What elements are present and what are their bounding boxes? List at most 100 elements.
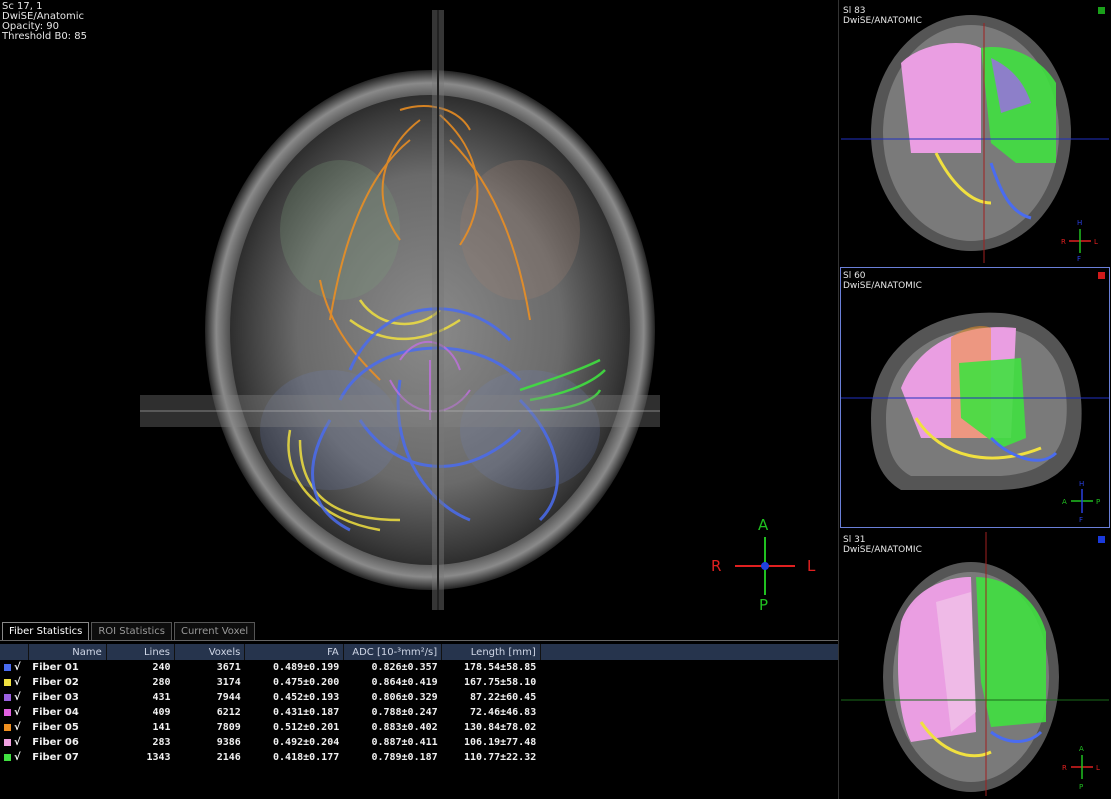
overlay-threshold: Threshold B0: 85: [2, 31, 87, 42]
svg-text:H: H: [1077, 219, 1082, 227]
coronal-view-label: Sl 83 DwiSE/ANATOMIC: [843, 6, 922, 26]
coronal-view[interactable]: H F R L Sl 83 DwiSE/ANATOMIC: [841, 3, 1109, 263]
table-row[interactable]: √ Fiber 06 283 9386 0.492±0.204 0.887±0.…: [0, 735, 838, 750]
fiber-fa: 0.489±0.199: [273, 662, 340, 673]
fiber-name: Fiber 01: [32, 662, 79, 673]
fiber-name: Fiber 03: [32, 692, 79, 703]
fiber-length: 178.54±58.85: [463, 662, 537, 673]
fiber-name: Fiber 04: [32, 707, 79, 718]
orientation-label-bottom: P: [759, 596, 768, 614]
fiber-color-swatch: [4, 723, 11, 731]
svg-text:R: R: [1062, 764, 1067, 772]
check-icon[interactable]: √: [14, 737, 21, 748]
fiber-name: Fiber 06: [32, 737, 79, 748]
coronal-image[interactable]: H F R L: [841, 3, 1109, 263]
fiber-adc: 0.883±0.402: [371, 722, 438, 733]
svg-text:L: L: [1096, 764, 1100, 772]
sagittal-slice-number: Sl 60: [843, 271, 866, 281]
fiber-length: 87.22±60.45: [470, 692, 537, 703]
table-header-row: Name Lines Voxels FA ADC [10-³mm²/s] Len…: [0, 644, 838, 660]
table-row[interactable]: √ Fiber 05 141 7809 0.512±0.201 0.883±0.…: [0, 720, 838, 735]
fiber-color-swatch: [4, 753, 11, 761]
svg-text:L: L: [1094, 238, 1098, 246]
fiber-adc: 0.788±0.247: [371, 707, 438, 718]
visibility-toggle[interactable]: √: [0, 690, 28, 705]
orientation-widget: A P R L: [711, 516, 816, 614]
visibility-toggle[interactable]: √: [0, 720, 28, 735]
header-filler: [540, 644, 838, 660]
axial-view[interactable]: A P R L Sl 31 DwiSE/ANATOMIC: [841, 532, 1109, 796]
fiber-length: 167.75±58.10: [463, 677, 537, 688]
visibility-toggle[interactable]: √: [0, 705, 28, 720]
check-icon[interactable]: √: [14, 707, 21, 718]
fiber-length: 110.77±22.32: [463, 752, 537, 763]
axial-sequence: DwiSE/ANATOMIC: [843, 545, 922, 555]
statistics-panel: Fiber Statistics ROI Statistics Current …: [0, 620, 838, 799]
fiber-voxels: 9386: [216, 737, 241, 748]
check-icon[interactable]: √: [14, 722, 21, 733]
tab-current-voxel[interactable]: Current Voxel: [173, 622, 256, 641]
fiber-statistics-table: Name Lines Voxels FA ADC [10-³mm²/s] Len…: [0, 644, 838, 765]
check-icon[interactable]: √: [14, 662, 21, 673]
fiber-lines: 283: [152, 737, 171, 748]
orientation-label-top: A: [758, 516, 769, 534]
fiber-color-swatch: [4, 678, 11, 686]
fiber-adc: 0.806±0.329: [371, 692, 438, 703]
coronal-orientation-widget: H F R L: [1061, 219, 1098, 263]
fiber-name: Fiber 07: [32, 752, 79, 763]
table-row[interactable]: √ Fiber 07 1343 2146 0.418±0.177 0.789±0…: [0, 750, 838, 765]
check-icon[interactable]: √: [14, 677, 21, 688]
header-fa[interactable]: FA: [244, 644, 344, 660]
fiber-lines: 431: [152, 692, 171, 703]
tab-roi-statistics[interactable]: ROI Statistics: [91, 622, 172, 641]
fiber-fa: 0.475±0.200: [273, 677, 340, 688]
svg-text:R: R: [1061, 238, 1066, 246]
table-row[interactable]: √ Fiber 03 431 7944 0.452±0.193 0.806±0.…: [0, 690, 838, 705]
sagittal-image[interactable]: H F A P: [841, 268, 1109, 527]
header-lines[interactable]: Lines: [106, 644, 176, 660]
sagittal-sequence: DwiSE/ANATOMIC: [843, 281, 922, 291]
svg-text:F: F: [1077, 255, 1081, 263]
visibility-toggle[interactable]: √: [0, 660, 28, 675]
fiber-voxels: 6212: [216, 707, 241, 718]
fiber-voxels: 7944: [216, 692, 241, 703]
header-name[interactable]: Name: [28, 644, 107, 660]
fiber-lines: 240: [152, 662, 171, 673]
header-length[interactable]: Length [mm]: [441, 644, 541, 660]
viewport-info-overlay: Sc 17, 1 DwiSE/Anatomic Opacity: 90 Thre…: [2, 2, 87, 42]
svg-text:H: H: [1079, 480, 1084, 488]
axial-tractography-render[interactable]: A P R L ◄: [0, 0, 838, 620]
visibility-toggle[interactable]: √: [0, 750, 28, 765]
header-voxels[interactable]: Voxels: [174, 644, 246, 660]
table-row[interactable]: √ Fiber 02 280 3174 0.475±0.200 0.864±0.…: [0, 675, 838, 690]
table-row[interactable]: √ Fiber 04 409 6212 0.431±0.187 0.788±0.…: [0, 705, 838, 720]
fiber-voxels: 7809: [216, 722, 241, 733]
tab-divider: [0, 640, 838, 641]
fiber-fa: 0.452±0.193: [273, 692, 340, 703]
check-icon[interactable]: √: [14, 752, 21, 763]
visibility-toggle[interactable]: √: [0, 675, 28, 690]
mpr-view-panel: H F R L Sl 83 DwiSE/ANATOMIC H F A P Sl …: [838, 0, 1111, 799]
orientation-label-left: R: [711, 557, 721, 575]
check-icon[interactable]: √: [14, 692, 21, 703]
orientation-label-right: L: [807, 557, 816, 575]
header-adc[interactable]: ADC [10-³mm²/s]: [343, 644, 443, 660]
sagittal-view-label: Sl 60 DwiSE/ANATOMIC: [843, 271, 922, 291]
coronal-sequence: DwiSE/ANATOMIC: [843, 16, 922, 26]
axial-view-label: Sl 31 DwiSE/ANATOMIC: [843, 535, 922, 555]
fiber-fa: 0.512±0.201: [273, 722, 340, 733]
axial-image[interactable]: A P R L: [841, 532, 1109, 796]
fiber-adc: 0.887±0.411: [371, 737, 438, 748]
visibility-toggle[interactable]: √: [0, 735, 28, 750]
header-visibility: [0, 644, 29, 660]
fiber-lines: 280: [152, 677, 171, 688]
tab-fiber-statistics[interactable]: Fiber Statistics: [2, 622, 90, 641]
sagittal-view[interactable]: H F A P Sl 60 DwiSE/ANATOMIC: [840, 267, 1110, 528]
table-row[interactable]: √ Fiber 01 240 3671 0.489±0.199 0.826±0.…: [0, 660, 838, 675]
fiber-length: 106.19±77.48: [463, 737, 537, 748]
fiber-fa: 0.492±0.204: [273, 737, 340, 748]
brain-slice: [230, 95, 630, 565]
fiber-voxels: 2146: [216, 752, 241, 763]
fiber-name: Fiber 05: [32, 722, 79, 733]
main-3d-viewport[interactable]: A P R L ◄ Sc 17, 1 DwiSE/Anatomic Opacit…: [0, 0, 838, 620]
